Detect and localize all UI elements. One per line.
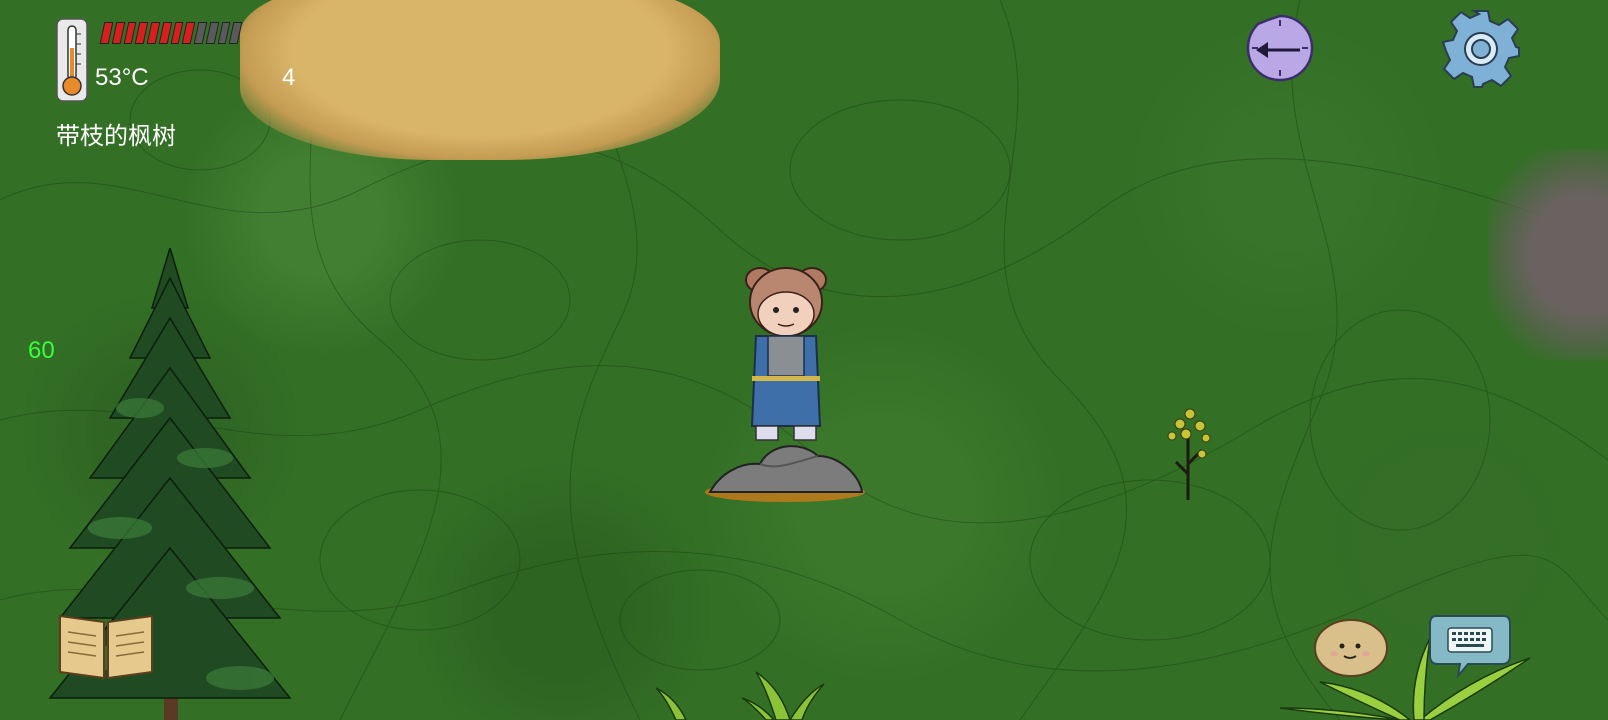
sand-patch [240,0,720,160]
potato-face-icon[interactable] [1312,614,1390,678]
fps-counter: 60 [28,337,55,364]
fern-plant [656,671,825,720]
health-segment [228,22,243,44]
held-item-name: 带枝的枫树 [56,123,176,150]
clock-arrow-icon[interactable] [1242,10,1318,86]
keyboard-icon[interactable] [1428,612,1512,678]
gear-icon[interactable] [1440,8,1522,90]
maple-sapling [1167,408,1211,500]
held-item-count: 4 [282,64,296,91]
player-character[interactable] [738,258,834,454]
thermometer-icon [56,18,88,102]
stone-ground-patch [1488,150,1608,360]
health-bar [95,20,247,46]
temperature-readout: 53°C [95,64,149,91]
book-icon[interactable] [56,608,156,680]
